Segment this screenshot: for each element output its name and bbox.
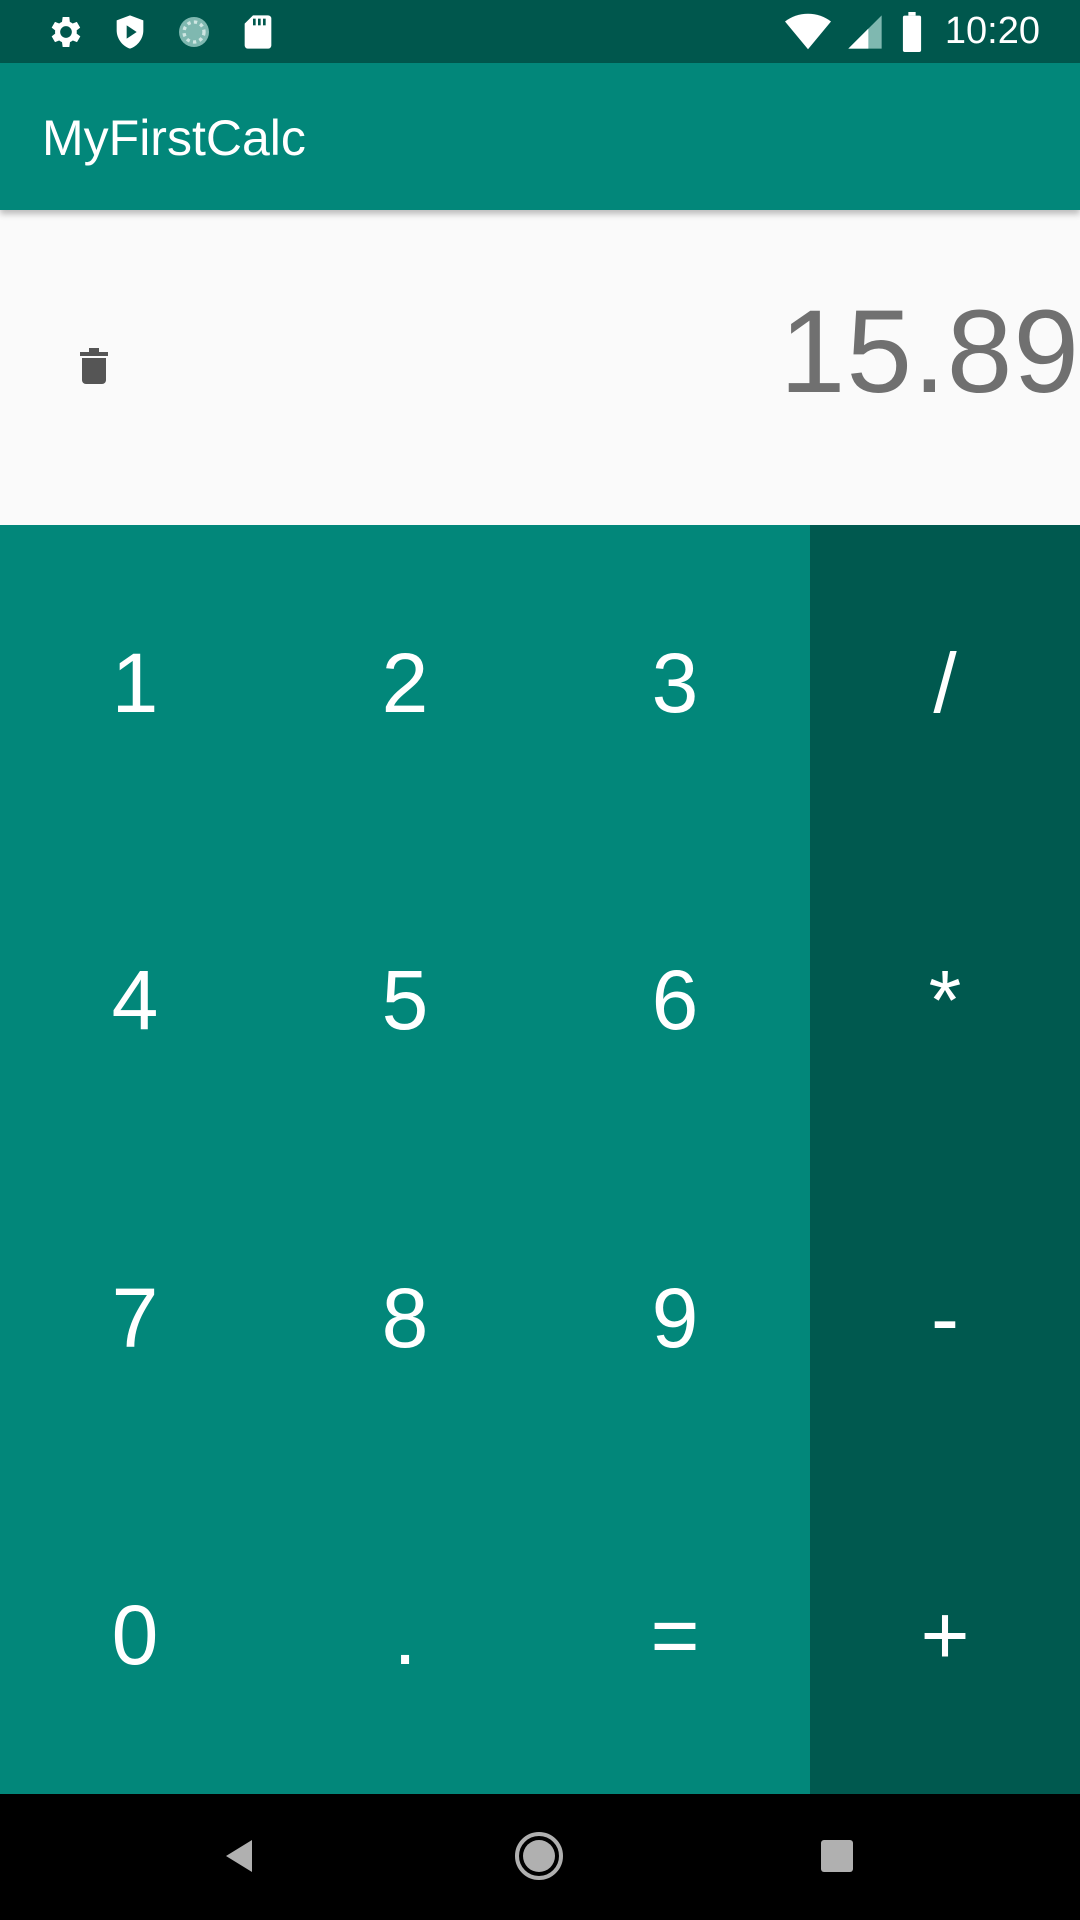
nav-bar bbox=[0, 1794, 1080, 1920]
key-6[interactable]: 6 bbox=[540, 842, 810, 1159]
operator-panel: / * - + bbox=[810, 525, 1080, 1794]
key-equals[interactable]: = bbox=[540, 1477, 810, 1794]
signal-icon bbox=[845, 12, 885, 52]
key-2[interactable]: 2 bbox=[270, 525, 540, 842]
trash-icon bbox=[80, 347, 108, 389]
status-time: 10:20 bbox=[944, 10, 1040, 52]
key-8[interactable]: 8 bbox=[270, 1160, 540, 1477]
result-display: 15.89 bbox=[0, 210, 1080, 525]
shield-play-icon bbox=[110, 12, 150, 52]
status-left-icons bbox=[46, 10, 278, 53]
battery-icon bbox=[899, 11, 925, 52]
key-9[interactable]: 9 bbox=[540, 1160, 810, 1477]
key-decimal[interactable]: . bbox=[270, 1477, 540, 1794]
sd-card-icon bbox=[238, 12, 278, 52]
back-icon bbox=[220, 1836, 260, 1881]
key-0[interactable]: 0 bbox=[0, 1477, 270, 1794]
home-button[interactable] bbox=[507, 1826, 571, 1890]
home-icon bbox=[513, 1830, 565, 1887]
key-subtract[interactable]: - bbox=[810, 1160, 1080, 1477]
display-value: 15.89 bbox=[779, 286, 1080, 418]
recents-icon bbox=[819, 1838, 855, 1879]
key-1[interactable]: 1 bbox=[0, 525, 270, 842]
key-add[interactable]: + bbox=[810, 1477, 1080, 1794]
wifi-icon bbox=[784, 12, 831, 52]
key-divide[interactable]: / bbox=[810, 525, 1080, 842]
key-7[interactable]: 7 bbox=[0, 1160, 270, 1477]
status-right-icons: 10:20 bbox=[784, 10, 1040, 53]
app-title: MyFirstCalc bbox=[42, 110, 306, 166]
app-bar: MyFirstCalc bbox=[0, 63, 1080, 210]
key-multiply[interactable]: * bbox=[810, 842, 1080, 1159]
key-3[interactable]: 3 bbox=[540, 525, 810, 842]
sync-icon bbox=[174, 12, 214, 52]
settings-icon bbox=[46, 12, 86, 52]
status-bar: 10:20 bbox=[0, 0, 1080, 63]
key-4[interactable]: 4 bbox=[0, 842, 270, 1159]
keypad: 1 2 3 4 5 6 7 8 9 0 . = bbox=[0, 525, 810, 1794]
clear-button[interactable] bbox=[74, 346, 114, 390]
recents-button[interactable] bbox=[805, 1826, 869, 1890]
back-button[interactable] bbox=[208, 1826, 272, 1890]
key-5[interactable]: 5 bbox=[270, 842, 540, 1159]
